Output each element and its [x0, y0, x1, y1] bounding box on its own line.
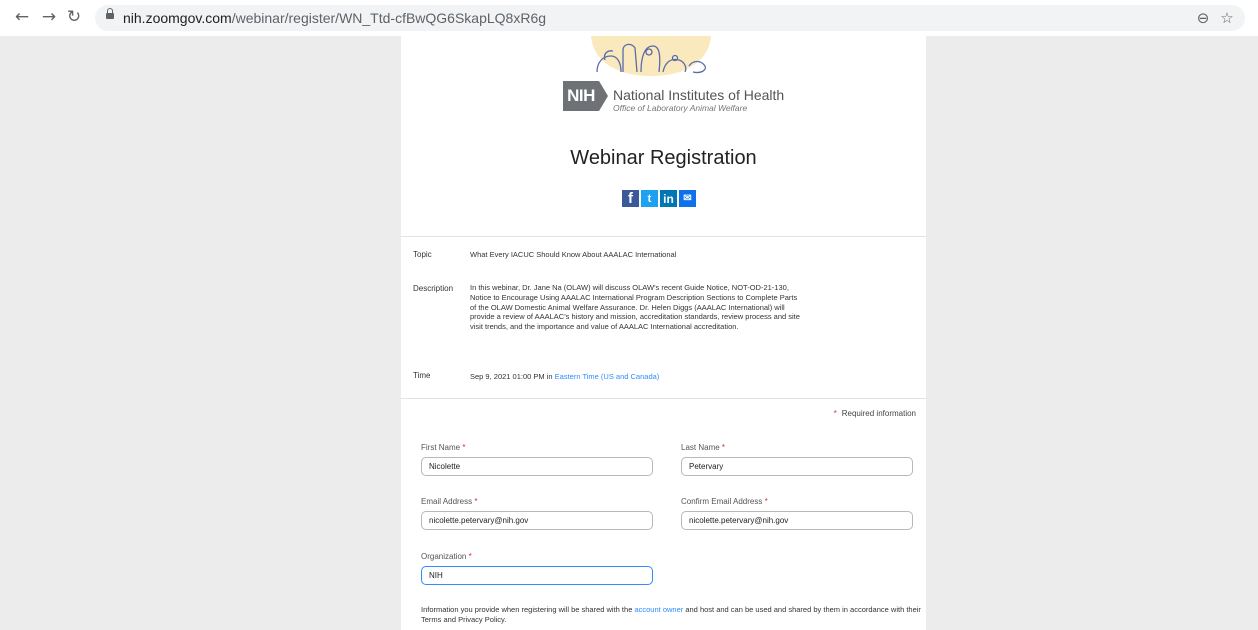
- forward-arrow-icon[interactable]: →: [38, 6, 60, 28]
- organization-input[interactable]: [421, 566, 653, 585]
- registration-panel: NIH National Institutes of Health Office…: [401, 36, 926, 630]
- url-text[interactable]: nih.zoomgov.com/webinar/register/WN_Ttd-…: [123, 10, 546, 26]
- reload-icon[interactable]: ↻: [63, 6, 85, 28]
- nih-logo-badge: NIH: [563, 81, 599, 111]
- description-label: Description: [413, 284, 454, 293]
- confirm-email-input[interactable]: [681, 511, 913, 530]
- url-host: nih.zoomgov.com: [123, 10, 232, 26]
- topic-value: What Every IACUC Should Know About AAALA…: [470, 250, 677, 259]
- time-text: Sep 9, 2021 01:00 PM in: [470, 372, 553, 381]
- divider: [401, 398, 926, 399]
- animal-illustration-logo: [591, 36, 711, 76]
- privacy-disclaimer: Information you provide when registering…: [421, 605, 921, 624]
- first-name-label: First Name *: [421, 443, 466, 452]
- first-name-input[interactable]: [421, 457, 653, 476]
- required-info-note: * Required information: [834, 409, 916, 418]
- org-office: Office of Laboratory Animal Welfare: [613, 103, 748, 113]
- topic-label: Topic: [413, 250, 432, 259]
- time-label: Time: [413, 371, 431, 380]
- confirm-email-label: Confirm Email Address *: [681, 497, 768, 506]
- email-label: Email Address *: [421, 497, 478, 506]
- time-value: Sep 9, 2021 01:00 PM in Eastern Time (US…: [470, 372, 659, 382]
- lock-icon[interactable]: [106, 8, 114, 21]
- url-path: /webinar/register/WN_Ttd-cfBwQG6SkapLQ8x…: [231, 10, 547, 26]
- timezone-link[interactable]: Eastern Time (US and Canada): [555, 372, 660, 381]
- twitter-share-icon[interactable]: t: [641, 190, 658, 207]
- divider: [401, 236, 926, 237]
- linkedin-share-icon[interactable]: in: [660, 190, 677, 207]
- facebook-share-icon[interactable]: f: [622, 190, 639, 207]
- last-name-input[interactable]: [681, 457, 913, 476]
- organization-label: Organization *: [421, 552, 472, 561]
- last-name-label: Last Name *: [681, 443, 726, 452]
- email-input[interactable]: [421, 511, 653, 530]
- address-bar[interactable]: nih.zoomgov.com/webinar/register/WN_Ttd-…: [95, 5, 1245, 31]
- nih-logo-arrow: [599, 81, 608, 111]
- account-owner-link[interactable]: account owner: [634, 605, 683, 614]
- required-info-text: Required information: [841, 409, 916, 418]
- back-arrow-icon[interactable]: ←: [11, 6, 33, 28]
- zoom-icon[interactable]: ⊖: [1193, 8, 1213, 28]
- browser-toolbar: ← → ↻ nih.zoomgov.com/webinar/register/W…: [0, 0, 1258, 36]
- org-name: National Institutes of Health: [613, 87, 785, 103]
- required-star: *: [833, 409, 837, 418]
- email-share-icon[interactable]: ✉: [679, 190, 696, 207]
- page-title: Webinar Registration: [570, 147, 757, 169]
- description-value: In this webinar, Dr. Jane Na (OLAW) will…: [470, 283, 800, 332]
- star-icon[interactable]: ☆: [1217, 8, 1237, 28]
